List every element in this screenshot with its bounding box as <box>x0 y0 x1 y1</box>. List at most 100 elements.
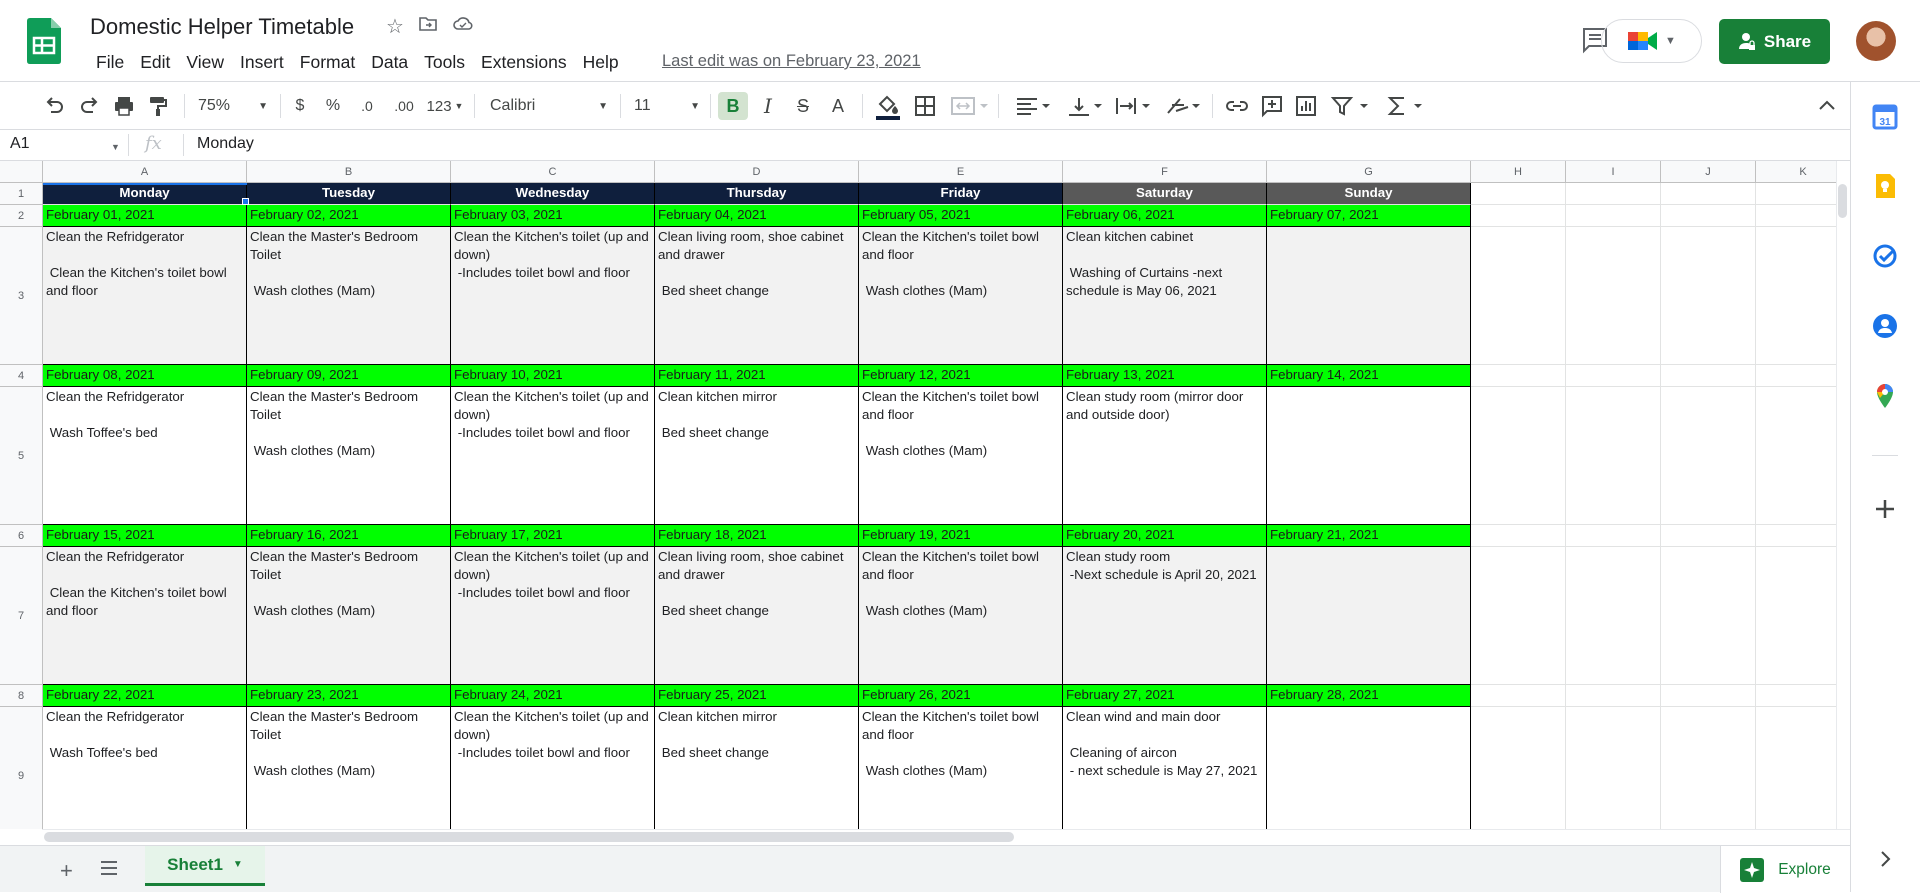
date-cell[interactable]: February 03, 2021 <box>451 205 655 227</box>
date-cell[interactable]: February 20, 2021 <box>1063 525 1267 547</box>
day-header-cell[interactable]: Monday <box>43 183 247 205</box>
add-sheet-icon[interactable]: + <box>60 858 73 884</box>
bold-button[interactable]: B <box>718 92 748 120</box>
column-header-e[interactable]: E <box>859 161 1063 183</box>
cell[interactable] <box>1756 387 1836 525</box>
increase-decimal-button[interactable]: .00 <box>388 92 420 120</box>
decrease-decimal-button[interactable]: .0 <box>354 92 380 120</box>
menu-tools[interactable]: Tools <box>416 50 473 75</box>
all-sheets-icon[interactable] <box>100 860 118 876</box>
spreadsheet-grid[interactable]: A B C D E F G H I J K 1 2 3 4 5 6 7 8 9 Monday Tuesday Wednesd… <box>0 161 1836 829</box>
date-cell[interactable]: February 23, 2021 <box>247 685 451 707</box>
cell[interactable] <box>1756 685 1836 707</box>
row-header-3[interactable]: 3 <box>0 227 43 365</box>
cell[interactable] <box>1661 183 1756 205</box>
menu-extensions[interactable]: Extensions <box>473 50 575 75</box>
task-cell[interactable]: Clean the Master's Bedroom Toilet Wash c… <box>247 547 451 685</box>
date-cell[interactable]: February 21, 2021 <box>1267 525 1471 547</box>
cell[interactable] <box>1471 227 1566 365</box>
column-header-c[interactable]: C <box>451 161 655 183</box>
sheets-logo-icon[interactable] <box>27 18 61 64</box>
date-cell[interactable]: February 15, 2021 <box>43 525 247 547</box>
date-cell[interactable]: February 22, 2021 <box>43 685 247 707</box>
row-header-2[interactable]: 2 <box>0 205 43 227</box>
cell[interactable] <box>1661 685 1756 707</box>
chevron-down-icon[interactable]: ▼ <box>111 142 120 152</box>
vertical-scrollbar[interactable] <box>1836 161 1850 829</box>
share-button[interactable]: Share <box>1719 19 1830 64</box>
italic-button[interactable]: I <box>756 92 780 120</box>
menu-file[interactable]: File <box>88 50 132 75</box>
cell[interactable] <box>1756 365 1836 387</box>
task-cell[interactable]: Clean the Master's Bedroom Toilet Wash c… <box>247 387 451 525</box>
task-cell[interactable]: Clean the Refridgerator Wash Toffee's be… <box>43 707 247 829</box>
column-header-d[interactable]: D <box>655 161 859 183</box>
task-cell[interactable] <box>1267 707 1471 829</box>
cell[interactable] <box>1566 183 1661 205</box>
date-cell[interactable]: February 28, 2021 <box>1267 685 1471 707</box>
cell[interactable] <box>1756 205 1836 227</box>
menu-data[interactable]: Data <box>363 50 416 75</box>
menu-edit[interactable]: Edit <box>132 50 178 75</box>
column-header-a[interactable]: A <box>43 161 247 183</box>
add-addon-icon[interactable] <box>1872 496 1898 522</box>
date-cell[interactable]: February 06, 2021 <box>1063 205 1267 227</box>
task-cell[interactable]: Clean the Kitchen's toilet bowl and floo… <box>859 707 1063 829</box>
task-cell[interactable]: Clean kitchen mirror Bed sheet change <box>655 707 859 829</box>
task-cell[interactable]: Clean the Master's Bedroom Toilet Wash c… <box>247 707 451 829</box>
collapse-menu-icon[interactable] <box>1816 92 1838 120</box>
row-header-9[interactable]: 9 <box>0 707 43 829</box>
column-header-f[interactable]: F <box>1063 161 1267 183</box>
select-all-corner[interactable] <box>0 161 43 183</box>
contacts-icon[interactable] <box>1872 313 1898 339</box>
cell[interactable] <box>1756 707 1836 829</box>
date-cell[interactable]: February 02, 2021 <box>247 205 451 227</box>
cell[interactable] <box>1471 685 1566 707</box>
account-avatar[interactable] <box>1856 21 1896 61</box>
cell[interactable] <box>1661 707 1756 829</box>
menu-view[interactable]: View <box>178 50 232 75</box>
cell[interactable] <box>1471 707 1566 829</box>
task-cell[interactable]: Clean the Refridgerator Clean the Kitche… <box>43 227 247 365</box>
insert-comment-icon[interactable] <box>1260 92 1284 120</box>
insert-link-icon[interactable] <box>1224 92 1250 120</box>
menu-insert[interactable]: Insert <box>232 50 292 75</box>
format-currency-button[interactable]: $ <box>290 92 310 120</box>
name-box[interactable]: A1 <box>10 135 30 153</box>
maps-icon[interactable] <box>1872 383 1898 409</box>
horizontal-scroll-thumb[interactable] <box>44 832 1014 842</box>
date-cell[interactable]: February 08, 2021 <box>43 365 247 387</box>
menu-help[interactable]: Help <box>575 50 627 75</box>
redo-icon[interactable] <box>78 92 102 120</box>
cell[interactable] <box>1471 183 1566 205</box>
keep-icon[interactable] <box>1872 173 1898 199</box>
day-header-cell[interactable]: Sunday <box>1267 183 1471 205</box>
date-cell[interactable]: February 01, 2021 <box>43 205 247 227</box>
date-cell[interactable]: February 07, 2021 <box>1267 205 1471 227</box>
task-cell[interactable]: Clean the Master's Bedroom Toilet Wash c… <box>247 227 451 365</box>
task-cell[interactable] <box>1267 547 1471 685</box>
date-cell[interactable]: February 05, 2021 <box>859 205 1063 227</box>
task-cell[interactable]: Clean study room (mirror door and outsid… <box>1063 387 1267 525</box>
cell[interactable] <box>1566 707 1661 829</box>
cell[interactable] <box>1471 525 1566 547</box>
fill-handle[interactable] <box>242 198 249 205</box>
day-header-cell[interactable]: Tuesday <box>247 183 451 205</box>
date-cell[interactable]: February 09, 2021 <box>247 365 451 387</box>
cell[interactable] <box>1756 525 1836 547</box>
explore-button[interactable]: Explore <box>1720 846 1850 893</box>
formula-input[interactable]: Monday <box>197 135 254 153</box>
date-cell[interactable]: February 12, 2021 <box>859 365 1063 387</box>
filter-icon[interactable] <box>1330 92 1372 120</box>
chevron-down-icon[interactable]: ▼ <box>233 859 243 870</box>
row-header-8[interactable]: 8 <box>0 685 43 707</box>
tasks-icon[interactable] <box>1872 243 1898 269</box>
column-header-g[interactable]: G <box>1267 161 1471 183</box>
date-cell[interactable]: February 18, 2021 <box>655 525 859 547</box>
column-header-j[interactable]: J <box>1661 161 1756 183</box>
column-header-b[interactable]: B <box>247 161 451 183</box>
row-header-1[interactable]: 1 <box>0 183 43 205</box>
task-cell[interactable] <box>1267 387 1471 525</box>
meet-button[interactable]: ▼ <box>1601 19 1702 63</box>
day-header-cell[interactable]: Saturday <box>1063 183 1267 205</box>
